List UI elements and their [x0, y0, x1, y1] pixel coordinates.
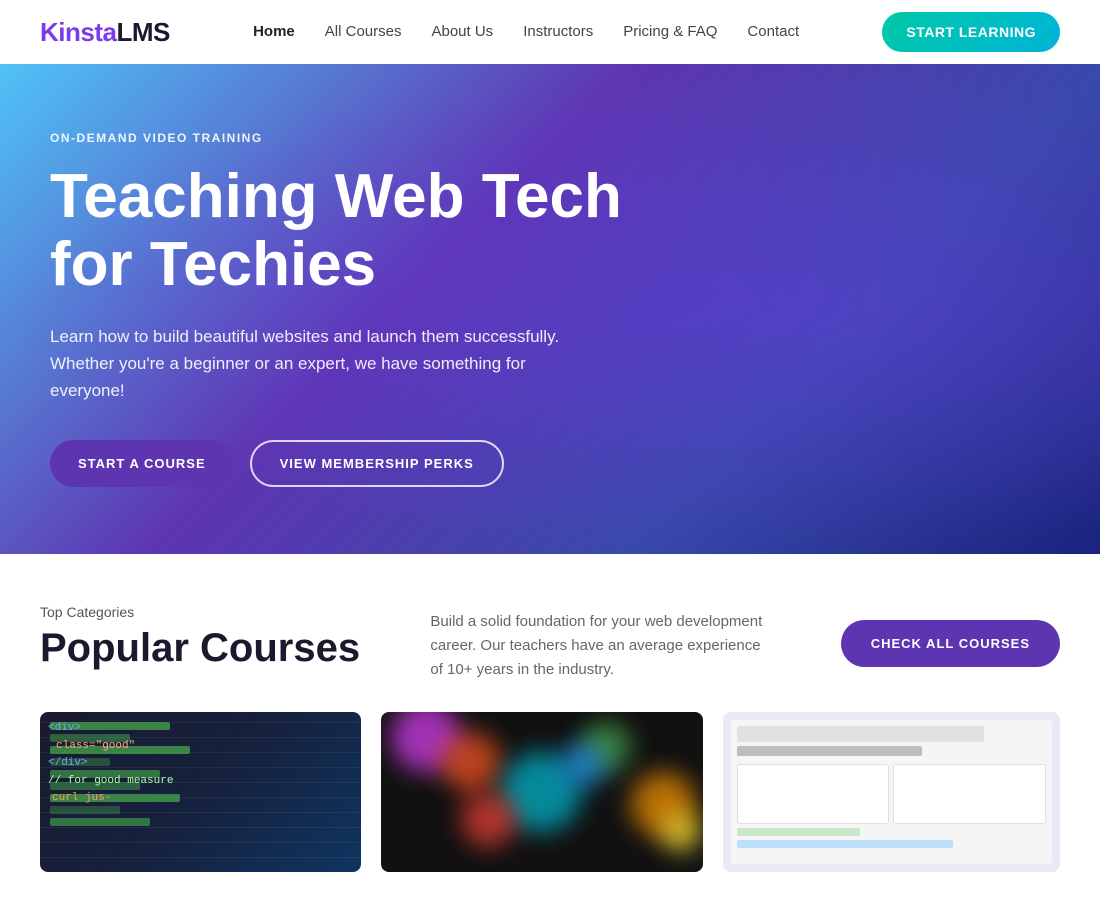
courses-description-block: Build a solid foundation for your web de… — [430, 604, 770, 682]
course-thumbnails: <div> class="good" </div> // for good me… — [40, 712, 1060, 872]
nav-item-instructors[interactable]: Instructors — [523, 23, 593, 41]
hero-badge: ON-DEMAND VIDEO TRAINING — [50, 131, 630, 145]
nav-link-pricing[interactable]: Pricing & FAQ — [623, 23, 717, 40]
hero-content: ON-DEMAND VIDEO TRAINING Teaching Web Te… — [50, 131, 630, 488]
courses-left: Top Categories Popular Courses — [40, 604, 360, 671]
hero-buttons: START A COURSE VIEW MEMBERSHIP PERKS — [50, 440, 630, 487]
courses-description: Build a solid foundation for your web de… — [430, 610, 770, 682]
start-learning-button[interactable]: START LEARNING — [882, 12, 1060, 52]
nav-links: Home All Courses About Us Instructors Pr… — [253, 23, 799, 41]
navbar: KinstaLMS Home All Courses About Us Inst… — [0, 0, 1100, 64]
nav-item-pricing[interactable]: Pricing & FAQ — [623, 23, 717, 41]
nav-item-courses[interactable]: All Courses — [325, 23, 402, 41]
hero-title: Teaching Web Tech for Techies — [50, 163, 630, 299]
check-all-courses-button[interactable]: CHECK ALL COURSES — [841, 620, 1060, 667]
course-thumbnail-code[interactable]: <div> class="good" </div> // for good me… — [40, 712, 361, 872]
courses-header: Top Categories Popular Courses Build a s… — [40, 604, 1060, 682]
course-thumbnail-bokeh[interactable] — [381, 712, 702, 872]
membership-button[interactable]: VIEW MEMBERSHIP PERKS — [250, 440, 504, 487]
nav-link-about[interactable]: About Us — [431, 23, 493, 40]
logo-kinsta: Kinsta — [40, 17, 116, 47]
nav-link-contact[interactable]: Contact — [747, 23, 799, 40]
logo-lms: LMS — [116, 17, 169, 47]
nav-item-about[interactable]: About Us — [431, 23, 493, 41]
nav-item-home[interactable]: Home — [253, 23, 295, 41]
nav-item-contact[interactable]: Contact — [747, 23, 799, 41]
course-thumbnail-ui[interactable] — [723, 712, 1060, 872]
hero-subtitle: Learn how to build beautiful websites an… — [50, 323, 570, 405]
nav-link-courses[interactable]: All Courses — [325, 23, 402, 40]
top-categories-label: Top Categories — [40, 604, 360, 620]
hero-section: ON-DEMAND VIDEO TRAINING Teaching Web Te… — [0, 64, 1100, 554]
logo: KinstaLMS — [40, 17, 170, 48]
courses-section: Top Categories Popular Courses Build a s… — [0, 554, 1100, 902]
nav-link-instructors[interactable]: Instructors — [523, 23, 593, 40]
popular-courses-title: Popular Courses — [40, 626, 360, 671]
nav-link-home[interactable]: Home — [253, 23, 295, 40]
start-course-button[interactable]: START A COURSE — [50, 440, 234, 487]
